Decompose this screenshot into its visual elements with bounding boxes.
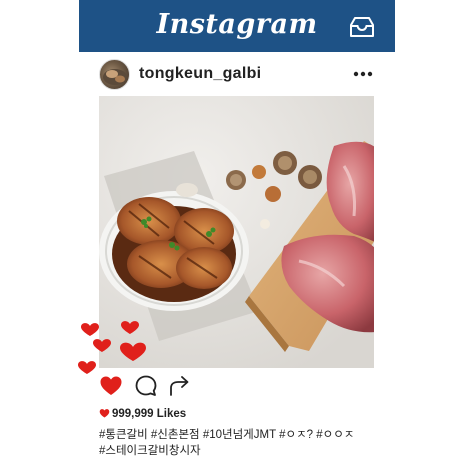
heart-icon[interactable] <box>99 374 123 398</box>
likes-label: Likes <box>156 408 187 420</box>
avatar[interactable] <box>99 59 130 90</box>
app-header: Instagram <box>79 0 395 52</box>
comment-icon[interactable] <box>134 374 158 398</box>
share-arrow-icon[interactable] <box>167 374 191 398</box>
likes-number: 999,999 <box>112 408 154 420</box>
username[interactable]: tongkeun_galbi <box>139 65 261 83</box>
app-logo: Instagram <box>156 9 318 40</box>
post-caption: #통큰갈비 #신촌본점 #10년넘게JMT #ㅇㅈ? #ㅇㅇㅈ #스테이크갈비창… <box>99 427 389 459</box>
hashtags-line-1[interactable]: #통큰갈비 #신촌본점 #10년넘게JMT #ㅇㅈ? #ㅇㅇㅈ <box>99 427 389 443</box>
more-options-icon[interactable] <box>353 66 373 82</box>
hashtags-line-2[interactable]: #스테이크갈비창시자 <box>99 443 389 459</box>
likes-count[interactable]: 999,999 Likes <box>99 408 186 420</box>
post-actions <box>99 374 219 400</box>
post-header: tongkeun_galbi <box>79 56 395 94</box>
inbox-icon[interactable] <box>349 16 375 38</box>
small-heart-icon <box>99 409 110 418</box>
